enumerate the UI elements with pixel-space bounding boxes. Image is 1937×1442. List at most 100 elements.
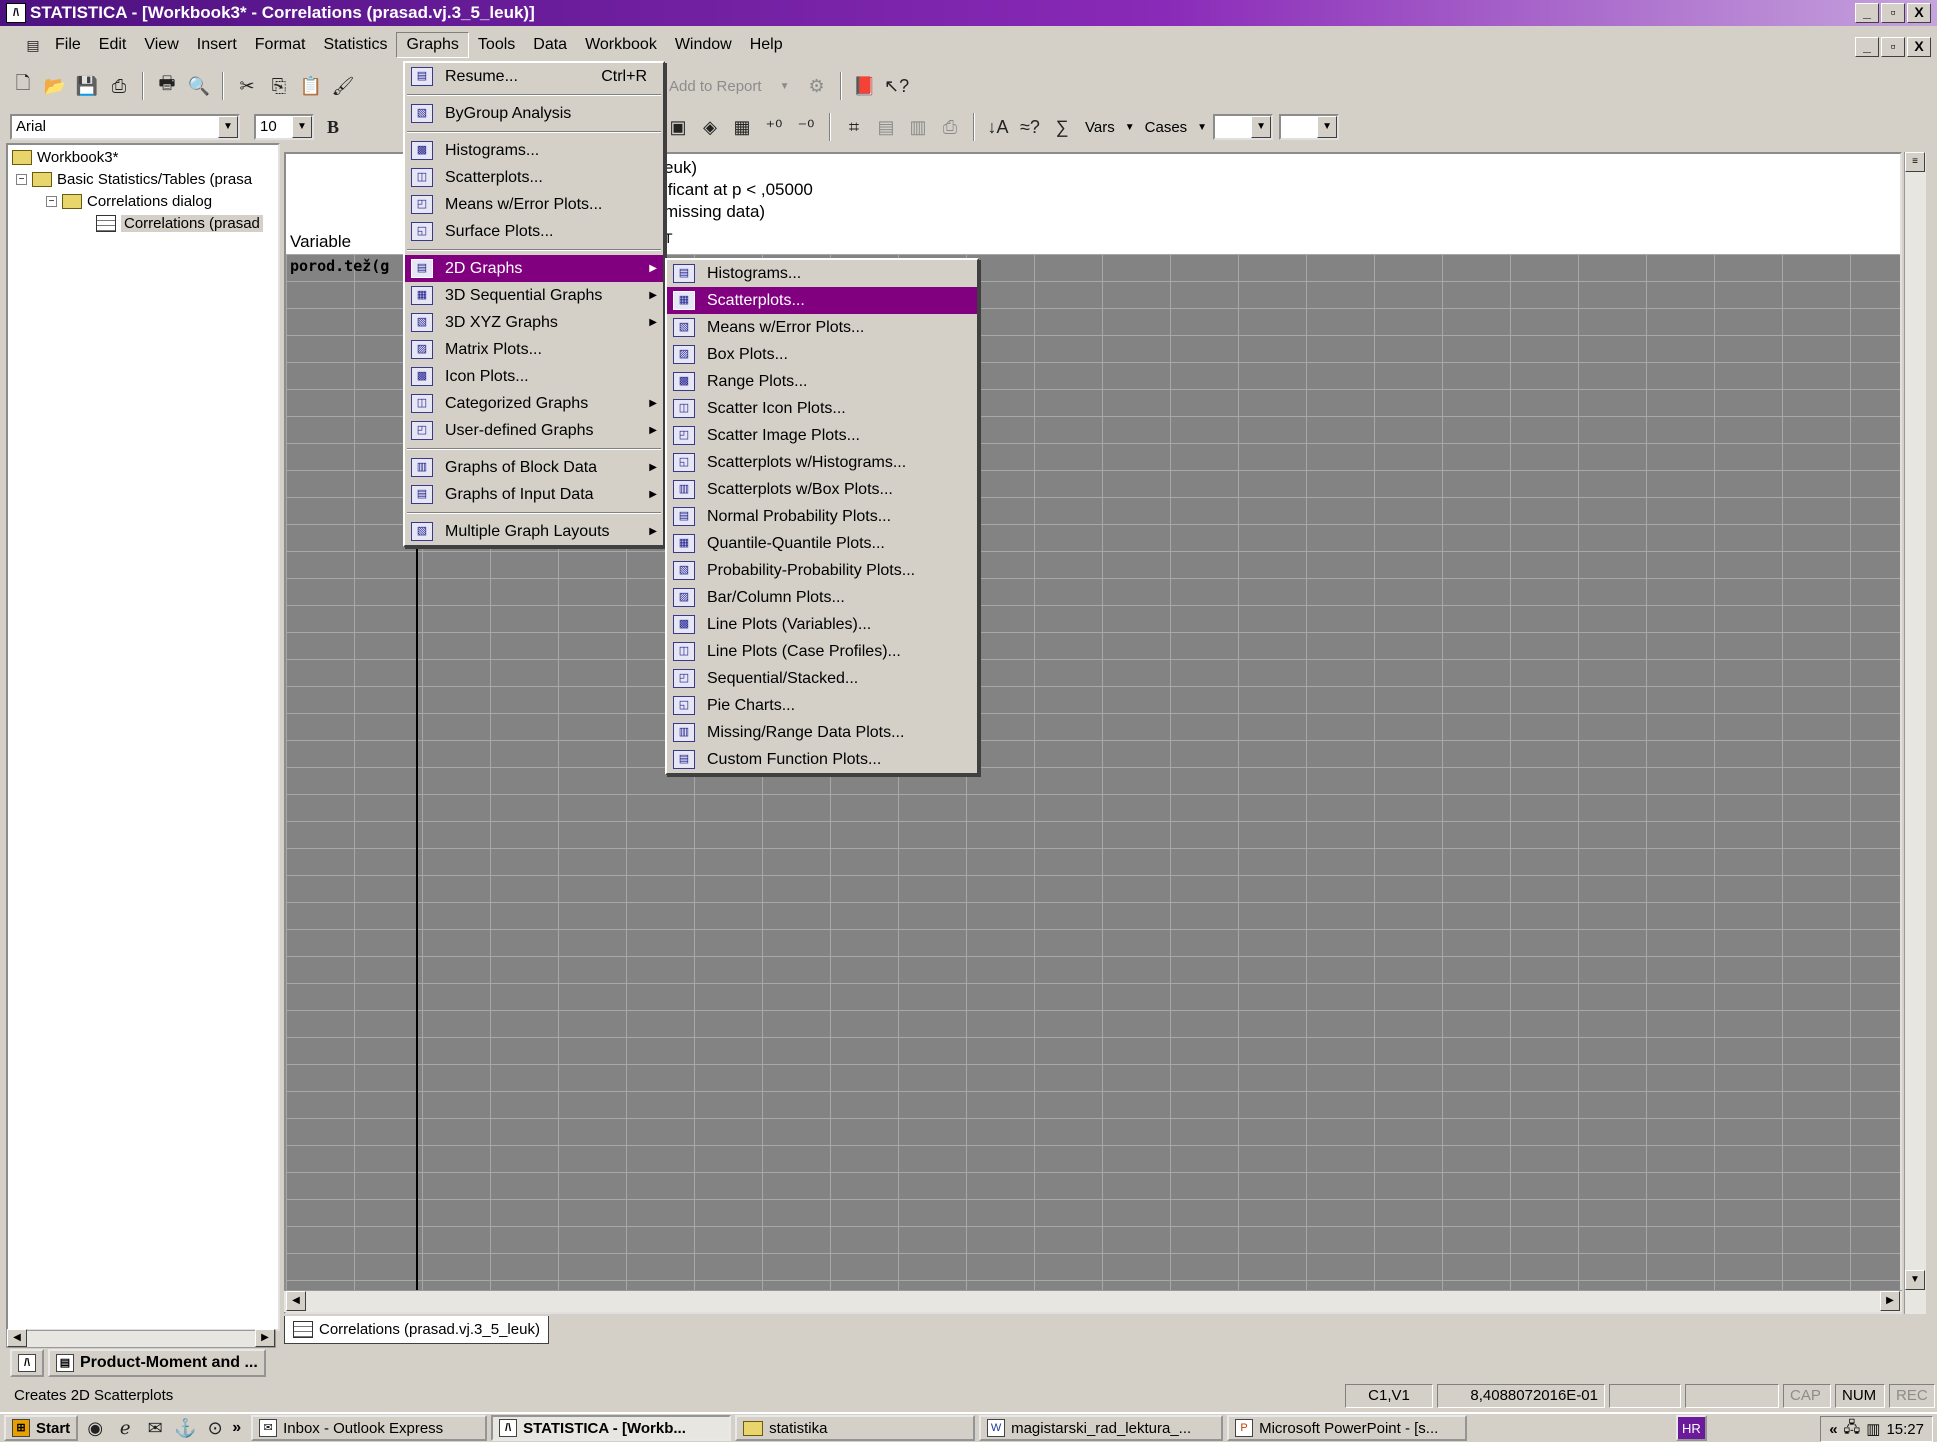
menu-item-probability-probability-plots[interactable]: ▧ Probability-Probability Plots... bbox=[667, 557, 977, 584]
increase-decimal-icon[interactable]: ⁺⁰ bbox=[761, 114, 787, 140]
menu-item-multiple-graph-layouts[interactable]: ▧ Multiple Graph Layouts ▶ bbox=[405, 518, 663, 545]
menu-edit[interactable]: Edit bbox=[90, 33, 136, 57]
menu-item-resume[interactable]: ▤ Resume... Ctrl+R bbox=[405, 63, 663, 90]
menu-item-missing-range-data-plots[interactable]: ▥ Missing/Range Data Plots... bbox=[667, 719, 977, 746]
chevron-down-icon[interactable]: ▼ bbox=[1317, 116, 1338, 138]
menu-item-scatter-image-plots[interactable]: ◰ Scatter Image Plots... bbox=[667, 422, 977, 449]
menu-item-range-plots[interactable]: ▩ Range Plots... bbox=[667, 368, 977, 395]
tree-node-correlations-sheet[interactable]: Correlations (prasad bbox=[96, 215, 263, 232]
menu-item-categorized-graphs[interactable]: ◫ Categorized Graphs ▶ bbox=[405, 390, 663, 417]
menu-format[interactable]: Format bbox=[246, 33, 315, 57]
border-icon[interactable]: ▣ bbox=[665, 114, 691, 140]
stats-icon[interactable]: ∑ bbox=[1049, 114, 1075, 140]
tree-node-correlations-dialog[interactable]: − Correlations dialog bbox=[46, 193, 212, 210]
chevron-down-icon[interactable]: ▼ bbox=[292, 116, 312, 138]
report-options-icon[interactable]: ⚙ bbox=[804, 73, 830, 99]
menu-item-bar-column-plots[interactable]: ▨ Bar/Column Plots... bbox=[667, 584, 977, 611]
format-painter-icon[interactable]: 🖌 bbox=[330, 73, 356, 99]
menu-item-matrix-plots[interactable]: ▨ Matrix Plots... bbox=[405, 336, 663, 363]
product-moment-button[interactable]: ▤ Product-Moment and ... bbox=[48, 1349, 266, 1377]
menu-view[interactable]: View bbox=[135, 33, 187, 57]
menu-item-scatterplots[interactable]: ▦ Scatterplots... bbox=[667, 287, 977, 314]
show-desktop-icon[interactable]: ◉ bbox=[82, 1415, 108, 1441]
quicklaunch-icon[interactable]: ⚓ bbox=[172, 1415, 198, 1441]
vertical-scrollbar[interactable]: ≡ ▼ bbox=[1904, 152, 1926, 1314]
column-header-t[interactable]: T bbox=[664, 230, 673, 246]
menu-item-means-w-error-plots[interactable]: ▧ Means w/Error Plots... bbox=[667, 314, 977, 341]
menu-item-2d-graphs[interactable]: ▤ 2D Graphs ▶ bbox=[405, 255, 663, 282]
quicklaunch-chevron[interactable]: » bbox=[232, 1419, 241, 1437]
menu-item-box-plots[interactable]: ▨ Box Plots... bbox=[667, 341, 977, 368]
column-header-variable[interactable]: Variable bbox=[290, 232, 351, 252]
menu-item-normal-probability-plots[interactable]: ▤ Normal Probability Plots... bbox=[667, 503, 977, 530]
menu-statistics[interactable]: Statistics bbox=[314, 33, 396, 57]
document-menu-icon[interactable]: ▤ bbox=[20, 32, 46, 58]
minimize-button[interactable]: _ bbox=[1855, 3, 1879, 23]
chart-options-icon[interactable]: ▥ bbox=[905, 114, 931, 140]
start-button[interactable]: ⊞ Start bbox=[4, 1415, 79, 1441]
cut-icon[interactable]: ✂ bbox=[234, 73, 260, 99]
statistica-small-button[interactable]: /\ bbox=[10, 1349, 44, 1377]
grid-icon[interactable]: ▦ bbox=[729, 114, 755, 140]
outlook-icon[interactable]: ✉ bbox=[142, 1415, 168, 1441]
menu-item-means-w-error-plots[interactable]: ◰ Means w/Error Plots... bbox=[405, 191, 663, 218]
bold-button[interactable]: B bbox=[320, 114, 346, 140]
scroll-left-icon[interactable]: ◀ bbox=[286, 1291, 306, 1311]
scroll-right-icon[interactable]: ▶ bbox=[255, 1329, 275, 1347]
menu-item-quantile-quantile-plots[interactable]: ▦ Quantile-Quantile Plots... bbox=[667, 530, 977, 557]
chart-icon[interactable]: ▤ bbox=[873, 114, 899, 140]
paste-icon[interactable]: 📋 bbox=[298, 73, 324, 99]
media-player-icon[interactable]: ⊙ bbox=[202, 1415, 228, 1441]
vars-dropdown-icon[interactable]: ▼ bbox=[1125, 122, 1135, 133]
print-icon[interactable]: 🖶 bbox=[154, 73, 180, 99]
help-pointer-icon[interactable]: ↖? bbox=[884, 73, 910, 99]
collapse-icon[interactable]: − bbox=[16, 174, 27, 185]
tray-chevron[interactable]: « bbox=[1829, 1421, 1837, 1438]
scroll-left-icon[interactable]: ◀ bbox=[7, 1329, 27, 1347]
language-indicator[interactable]: HR bbox=[1676, 1415, 1707, 1441]
sort-icon[interactable]: ↓A bbox=[985, 114, 1011, 140]
pdf-icon[interactable]: ⎙ bbox=[106, 73, 132, 99]
task-powerpoint[interactable]: P Microsoft PowerPoint - [s... bbox=[1227, 1415, 1468, 1441]
menu-item-histograms[interactable]: ▩ Histograms... bbox=[405, 137, 663, 164]
menu-item-scatterplots[interactable]: ◫ Scatterplots... bbox=[405, 164, 663, 191]
menu-item-icon-plots[interactable]: ▩ Icon Plots... bbox=[405, 363, 663, 390]
print-preview-icon[interactable]: 🔍 bbox=[186, 73, 212, 99]
sheet-tab[interactable]: Correlations (prasad.vj.3_5_leuk) bbox=[284, 1316, 549, 1344]
decrease-decimal-icon[interactable]: ⁻⁰ bbox=[793, 114, 819, 140]
mdi-close-button[interactable]: X bbox=[1907, 37, 1931, 57]
copy-icon[interactable]: ⎘ bbox=[266, 73, 292, 99]
cases-dropdown-icon[interactable]: ▼ bbox=[1197, 122, 1207, 133]
collapse-icon[interactable]: − bbox=[46, 196, 57, 207]
menu-item-pie-charts[interactable]: ◱ Pie Charts... bbox=[667, 692, 977, 719]
task-word-document[interactable]: W magistarski_rad_lektura_... bbox=[979, 1415, 1224, 1441]
menu-item-sequential-stacked[interactable]: ◰ Sequential/Stacked... bbox=[667, 665, 977, 692]
compare-icon[interactable]: ≈? bbox=[1017, 114, 1043, 140]
chevron-down-icon[interactable]: ▼ bbox=[1251, 116, 1272, 138]
menu-item-custom-function-plots[interactable]: ▤ Custom Function Plots... bbox=[667, 746, 977, 773]
task-statistika-folder[interactable]: statistika bbox=[735, 1415, 976, 1441]
tree-horizontal-scrollbar[interactable]: ◀ ▶ bbox=[6, 1329, 276, 1348]
font-size-combo[interactable]: 10 ▼ bbox=[254, 114, 314, 140]
pin-columns-icon[interactable]: ⌗ bbox=[841, 114, 867, 140]
save-icon[interactable]: 💾 bbox=[74, 73, 100, 99]
tray-app-icon[interactable]: ▥ bbox=[1866, 1420, 1880, 1438]
restore-button[interactable]: ▫ bbox=[1881, 3, 1905, 23]
menu-item-user-defined-graphs[interactable]: ◰ User-defined Graphs ▶ bbox=[405, 417, 663, 444]
menu-tools[interactable]: Tools bbox=[469, 33, 524, 57]
add-to-report-button[interactable]: Add to Report bbox=[665, 78, 766, 95]
scroll-up-icon[interactable]: ≡ bbox=[1905, 152, 1925, 172]
tree-node-basic-statistics[interactable]: − Basic Statistics/Tables (prasa bbox=[16, 171, 252, 188]
mdi-minimize-button[interactable]: _ bbox=[1855, 37, 1879, 57]
menu-item-surface-plots[interactable]: ◱ Surface Plots... bbox=[405, 218, 663, 245]
selection-combo-2[interactable]: ▼ bbox=[1279, 114, 1340, 140]
menu-window[interactable]: Window bbox=[666, 33, 741, 57]
task-statistica[interactable]: /\ STATISTICA - [Workb... bbox=[491, 1415, 732, 1441]
vars-button[interactable]: Vars bbox=[1081, 119, 1119, 136]
menu-item-3d-sequential-graphs[interactable]: ▦ 3D Sequential Graphs ▶ bbox=[405, 282, 663, 309]
menu-insert[interactable]: Insert bbox=[188, 33, 246, 57]
menu-data[interactable]: Data bbox=[524, 33, 576, 57]
open-icon[interactable]: 📂 bbox=[42, 73, 68, 99]
menu-item-histograms[interactable]: ▤ Histograms... bbox=[667, 260, 977, 287]
row-label[interactable]: porod.tež(g bbox=[290, 257, 389, 275]
